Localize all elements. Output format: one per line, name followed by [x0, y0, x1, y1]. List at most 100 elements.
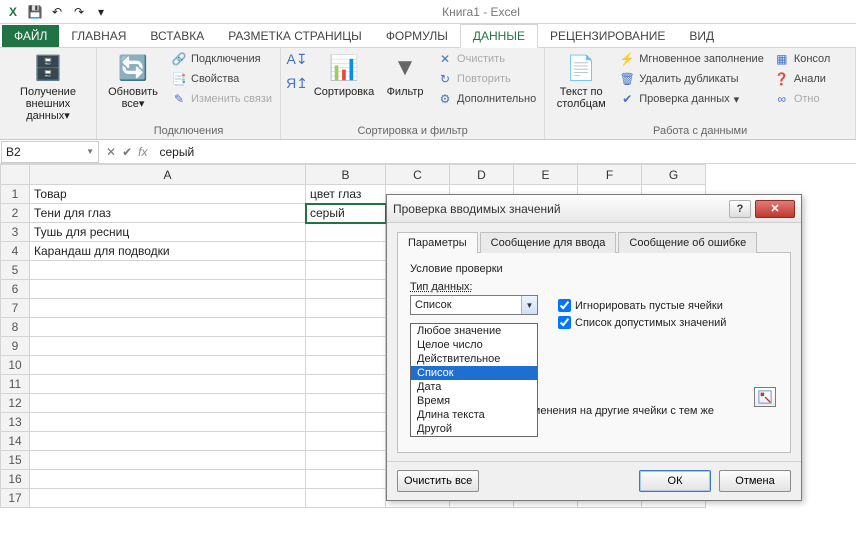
cell[interactable]: цвет глаз — [306, 185, 386, 204]
consolidate-icon: ▦ — [774, 51, 790, 67]
relations-button[interactable]: ∞Отно — [772, 90, 833, 108]
col-header-D[interactable]: D — [450, 165, 514, 185]
reapply-button[interactable]: ↻Повторить — [435, 70, 538, 88]
whatif-button[interactable]: ❓Анали — [772, 70, 833, 88]
excel-icon: X — [4, 3, 22, 21]
row-header[interactable]: 7 — [1, 299, 30, 318]
enter-formula-icon[interactable]: ✔ — [122, 145, 132, 159]
dialog-close-button[interactable]: ✕ — [755, 200, 795, 218]
tab-file[interactable]: ФАЙЛ — [2, 25, 59, 47]
row-header[interactable]: 1 — [1, 185, 30, 204]
row-header[interactable]: 17 — [1, 489, 30, 508]
col-header-B[interactable]: B — [306, 165, 386, 185]
row-header[interactable]: 5 — [1, 261, 30, 280]
row-header[interactable]: 11 — [1, 375, 30, 394]
fx-icon[interactable]: fx — [138, 145, 147, 159]
row-header[interactable]: 12 — [1, 394, 30, 413]
cell[interactable]: Тени для глаз — [30, 204, 306, 223]
active-cell[interactable]: серый — [306, 204, 386, 223]
name-box-dropdown-icon[interactable]: ▼ — [86, 147, 94, 156]
type-option[interactable]: Действительное — [411, 352, 537, 366]
sort-icon: 📊 — [328, 52, 360, 84]
cell[interactable]: Товар — [30, 185, 306, 204]
range-picker-button[interactable] — [754, 387, 776, 407]
type-option-selected[interactable]: Список — [411, 366, 537, 380]
row-header[interactable]: 8 — [1, 318, 30, 337]
dialog-tab-error-msg[interactable]: Сообщение об ошибке — [618, 232, 757, 253]
tab-home[interactable]: ГЛАВНАЯ — [59, 25, 138, 47]
row-header[interactable]: 2 — [1, 204, 30, 223]
validation-icon: ✔ — [619, 91, 635, 107]
sort-button[interactable]: 📊 Сортировка — [313, 50, 375, 100]
range-picker-icon — [758, 390, 772, 404]
type-option[interactable]: Любое значение — [411, 324, 537, 338]
ok-button[interactable]: ОК — [639, 470, 711, 492]
link-icon: 🔗 — [171, 51, 187, 67]
sort-asc-button[interactable]: А↧ — [287, 50, 307, 68]
row-header[interactable]: 16 — [1, 470, 30, 489]
type-option[interactable]: Другой — [411, 422, 537, 436]
dialog-tab-params[interactable]: Параметры — [397, 232, 478, 253]
row-header[interactable]: 13 — [1, 413, 30, 432]
properties-button[interactable]: 📑Свойства — [169, 70, 274, 88]
cancel-button[interactable]: Отмена — [719, 470, 791, 492]
condition-title: Условие проверки — [410, 263, 778, 275]
type-option[interactable]: Целое число — [411, 338, 537, 352]
row-header[interactable]: 15 — [1, 451, 30, 470]
col-header-G[interactable]: G — [642, 165, 706, 185]
sort-desc-button[interactable]: Я↥ — [287, 74, 307, 92]
select-all-corner[interactable] — [1, 165, 30, 185]
type-option[interactable]: Время — [411, 394, 537, 408]
type-combobox[interactable]: Список ▼ — [410, 295, 538, 315]
col-header-C[interactable]: C — [386, 165, 450, 185]
tab-data[interactable]: ДАННЫЕ — [460, 24, 538, 48]
col-header-A[interactable]: A — [30, 165, 306, 185]
ignore-blank-checkbox[interactable]: Игнорировать пустые ячейки — [558, 299, 726, 312]
in-cell-dropdown-checkbox[interactable]: Список допустимых значений — [558, 316, 726, 329]
col-header-E[interactable]: E — [514, 165, 578, 185]
advanced-filter-button[interactable]: ⚙Дополнительно — [435, 90, 538, 108]
cell[interactable]: Тушь для ресниц — [30, 223, 306, 242]
type-option[interactable]: Длина текста — [411, 408, 537, 422]
remove-duplicates-button[interactable]: 🗑Удалить дубликаты — [617, 70, 766, 88]
flash-fill-icon: ⚡ — [619, 51, 635, 67]
connections-button[interactable]: 🔗Подключения — [169, 50, 274, 68]
dialog-tab-input-msg[interactable]: Сообщение для ввода — [480, 232, 617, 253]
cancel-formula-icon[interactable]: ✕ — [106, 145, 116, 159]
cell[interactable]: Карандаш для подводки — [30, 242, 306, 261]
row-header[interactable]: 9 — [1, 337, 30, 356]
reapply-icon: ↻ — [437, 71, 453, 87]
qat-undo-icon[interactable]: ↶ — [48, 3, 66, 21]
refresh-all-button[interactable]: 🔄 Обновить все▾ — [103, 50, 163, 112]
type-option[interactable]: Дата — [411, 380, 537, 394]
get-external-data-button[interactable]: 🗄️ Получение внешних данных▾ — [6, 50, 90, 124]
row-header[interactable]: 4 — [1, 242, 30, 261]
qat-save-icon[interactable]: 💾 — [26, 3, 44, 21]
tab-insert[interactable]: ВСТАВКА — [138, 25, 216, 47]
edit-links-button[interactable]: ✎Изменить связи — [169, 90, 274, 108]
clear-all-button[interactable]: Очистить все — [397, 470, 479, 492]
row-header[interactable]: 3 — [1, 223, 30, 242]
filter-button[interactable]: ▼ Фильтр — [381, 50, 429, 100]
text-to-columns-button[interactable]: 📄 Текст по столбцам — [551, 50, 611, 112]
name-box[interactable]: B2 ▼ — [1, 141, 99, 163]
qat-redo-icon[interactable]: ↷ — [70, 3, 88, 21]
tab-layout[interactable]: РАЗМЕТКА СТРАНИЦЫ — [216, 25, 374, 47]
formula-input[interactable]: серый — [153, 145, 856, 159]
col-header-F[interactable]: F — [578, 165, 642, 185]
consolidate-button[interactable]: ▦Консол — [772, 50, 833, 68]
tab-review[interactable]: РЕЦЕНЗИРОВАНИЕ — [538, 25, 677, 47]
tab-view[interactable]: ВИД — [677, 25, 726, 47]
combo-dropdown-icon[interactable]: ▼ — [521, 296, 537, 314]
clear-filter-button[interactable]: ✕Очистить — [435, 50, 538, 68]
relations-icon: ∞ — [774, 91, 790, 107]
qat-customize-icon[interactable]: ▾ — [92, 3, 110, 21]
row-header[interactable]: 10 — [1, 356, 30, 375]
flash-fill-button[interactable]: ⚡Мгновенное заполнение — [617, 50, 766, 68]
properties-icon: 📑 — [171, 71, 187, 87]
dialog-help-button[interactable]: ? — [729, 200, 751, 218]
row-header[interactable]: 14 — [1, 432, 30, 451]
tab-formulas[interactable]: ФОРМУЛЫ — [374, 25, 460, 47]
row-header[interactable]: 6 — [1, 280, 30, 299]
data-validation-button[interactable]: ✔Проверка данных ▾ — [617, 90, 766, 108]
